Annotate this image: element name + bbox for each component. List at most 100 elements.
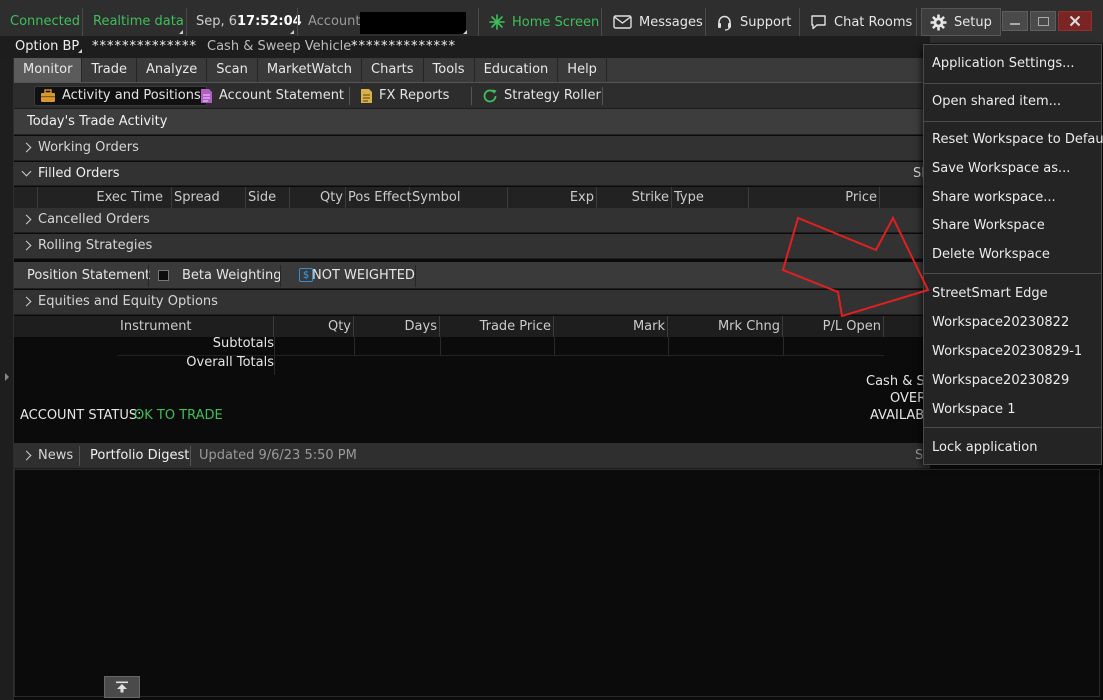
column-header[interactable]: Mark [554, 316, 668, 337]
menu-item-workspace-1[interactable]: Workspace 1 [924, 395, 1101, 424]
divider [799, 8, 800, 36]
news-tab[interactable]: News [38, 447, 73, 465]
column-header[interactable]: Type [672, 187, 749, 208]
menu-item-workspace-20230822[interactable]: Workspace20230822 [924, 308, 1101, 337]
home-screen-icon [489, 14, 505, 30]
divider [415, 265, 416, 287]
support-button[interactable]: Support [716, 8, 791, 36]
working-orders-row[interactable]: Working Orders [14, 136, 930, 161]
home-screen-button[interactable]: Home Screen [489, 8, 599, 36]
column-header[interactable]: Price [749, 187, 880, 208]
portfolio-digest-tab[interactable]: Portfolio Digest [90, 447, 189, 465]
menu-item-delete-workspace[interactable]: Delete Workspace [924, 240, 1101, 269]
menu-item-save-workspace-as[interactable]: Save Workspace as... [924, 154, 1101, 183]
messages-button[interactable]: Messages [613, 8, 703, 36]
account-selector[interactable] [360, 12, 466, 34]
menu-tools[interactable]: Tools [424, 58, 475, 82]
tab-activity-and-positions[interactable]: Activity and Positions [34, 86, 207, 106]
tab-fx-reports[interactable]: FX Reports [360, 86, 449, 106]
minimize-button[interactable] [1002, 11, 1028, 31]
scroll-to-top-button[interactable] [104, 676, 140, 698]
grid-line [274, 337, 275, 375]
grid-line [354, 337, 355, 355]
messages-label: Messages [639, 14, 703, 30]
grid-line [440, 337, 441, 355]
menu-item-workspace-streetsmart-edge[interactable]: StreetSmart Edge [924, 279, 1101, 308]
menu-trade[interactable]: Trade [82, 58, 138, 82]
menu-item-reset-workspace[interactable]: Reset Workspace to Default [924, 125, 1103, 154]
menu-analyze[interactable]: Analyze [137, 58, 208, 82]
chat-rooms-button[interactable]: Chat Rooms [810, 8, 912, 36]
column-header[interactable]: Spread [172, 187, 246, 208]
menu-marketwatch[interactable]: MarketWatch [258, 58, 363, 82]
menu-charts[interactable]: Charts [362, 58, 424, 82]
updated-timestamp: Updated 9/6/23 5:50 PM [199, 448, 357, 463]
menu-item-open-shared-item[interactable]: Open shared item... [924, 87, 1101, 116]
chevron-right-icon[interactable] [21, 450, 32, 461]
position-totals-area: Subtotals Overall Totals Cash & Sw OVER … [14, 336, 935, 442]
column-header[interactable]: Symbol [410, 187, 508, 208]
cancelled-orders-row[interactable]: Cancelled Orders [14, 208, 930, 233]
setup-button[interactable]: Setup [921, 8, 1001, 36]
tab-strategy-roller[interactable]: Strategy Roller [482, 86, 601, 106]
menu-scan[interactable]: Scan [207, 58, 258, 82]
position-columns: Instrument Qty Days Trade Price Mark Mrk… [14, 316, 930, 337]
weighting-status[interactable]: NOT WEIGHTED [312, 267, 415, 285]
beta-weighting-checkbox[interactable] [158, 270, 169, 281]
trade-activity-header[interactable]: Today's Trade Activity [14, 109, 930, 135]
menu-monitor[interactable]: Monitor [14, 58, 83, 82]
column-header[interactable]: Trade Price [440, 316, 554, 337]
briefcase-icon [41, 89, 55, 102]
menu-education[interactable]: Education [475, 58, 559, 82]
divider [82, 8, 83, 36]
maximize-button[interactable] [1030, 11, 1056, 31]
chevron-right-icon [21, 296, 32, 307]
menu-item-share-workspace-dialog[interactable]: Share workspace... [924, 183, 1101, 212]
column-header[interactable]: Instrument [118, 316, 274, 337]
filled-orders-row[interactable]: Filled Orders Sl [14, 162, 930, 186]
chevron-right-icon [21, 214, 32, 225]
overall-totals-label: Overall Totals [186, 355, 274, 370]
close-button[interactable] [1058, 11, 1092, 31]
column-header[interactable] [26, 187, 38, 208]
main-menu: Monitor Trade Analyze Scan MarketWatch C… [14, 58, 930, 83]
corner-indicator [290, 30, 294, 34]
left-collapse-strip[interactable] [0, 58, 14, 700]
sub-tabs: Activity and Positions Account Statement… [14, 83, 930, 109]
column-header[interactable]: Strike [597, 187, 672, 208]
beta-weighting-label: Beta Weighting [182, 268, 282, 283]
divider [297, 8, 298, 36]
account-label: Account: [308, 14, 365, 29]
menu-divider [924, 273, 1101, 274]
column-header[interactable]: Side [246, 187, 290, 208]
corner-indicator [179, 30, 183, 34]
document-icon [201, 89, 212, 103]
menu-item-workspace-20230829-1[interactable]: Workspace20230829-1 [924, 337, 1101, 366]
equities-row[interactable]: Equities and Equity Options [14, 290, 930, 315]
news-bar: News Portfolio Digest Updated 9/6/23 5:5… [14, 443, 930, 469]
position-statement-title[interactable]: Position Statement [27, 267, 150, 285]
divider [478, 8, 479, 36]
rolling-strategies-row[interactable]: Rolling Strategies [14, 234, 930, 259]
column-header[interactable]: Qty [290, 187, 346, 208]
close-icon [1069, 15, 1081, 27]
menu-item-application-settings[interactable]: Application Settings... [924, 49, 1101, 78]
menu-item-workspace-20230829[interactable]: Workspace20230829 [924, 366, 1101, 395]
menu-item-lock-application[interactable]: Lock application [924, 433, 1101, 462]
filled-orders-columns: Exec Time Spread Side Qty Pos Effect Sym… [14, 187, 930, 208]
corner-indicator [78, 49, 82, 53]
column-header[interactable]: Exec Time [38, 187, 172, 208]
column-header[interactable]: Days [354, 316, 440, 337]
column-header[interactable]: Exp [508, 187, 597, 208]
column-header[interactable]: Pos Effect [346, 187, 412, 208]
menu-help[interactable]: Help [558, 58, 607, 82]
column-header[interactable]: Qty [274, 316, 354, 337]
weighting-symbol-icon[interactable]: $ [299, 268, 313, 282]
tab-account-statement[interactable]: Account Statement [200, 86, 344, 106]
chevron-down-icon [21, 166, 32, 177]
column-header[interactable]: Mrk Chng [668, 316, 783, 337]
maximize-icon [1037, 16, 1049, 26]
report-icon [361, 89, 372, 103]
menu-item-share-workspace[interactable]: Share Workspace [924, 211, 1101, 240]
column-header[interactable]: P/L Open [783, 316, 884, 337]
